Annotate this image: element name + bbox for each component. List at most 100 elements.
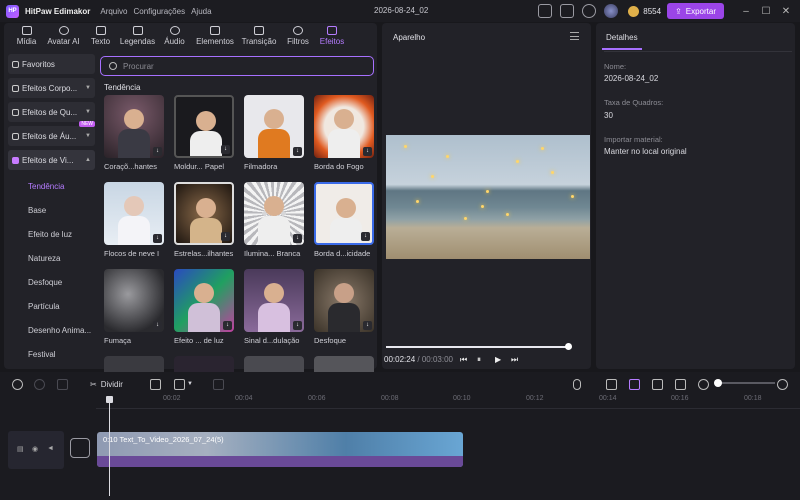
download-icon[interactable]: ↓ [363, 147, 372, 156]
magnet-icon[interactable] [629, 376, 640, 392]
download-icon[interactable]: ↓ [293, 147, 302, 156]
zoom-out-icon[interactable] [698, 376, 709, 392]
avatar[interactable] [604, 4, 619, 18]
effect-card[interactable]: ↓ Flocos de neve I [104, 182, 164, 258]
video-preview[interactable] [386, 135, 590, 259]
effect-card[interactable]: ↓ Borda do Fogo [314, 95, 374, 171]
split-button[interactable]: ✂ Dividir [90, 376, 123, 392]
effect-card[interactable]: ↓ Efeito ... de luz [174, 269, 234, 345]
category-efeitos-video[interactable]: Efeitos de Vi... ▲ [8, 150, 95, 170]
minimize-icon[interactable]: – [736, 6, 756, 17]
zoom-in-icon[interactable] [777, 376, 788, 392]
prev-frame-icon[interactable]: ⏮ [460, 355, 467, 365]
tab-audio[interactable]: Áudio [156, 23, 193, 50]
pause-icon[interactable]: ⏸ [477, 355, 481, 365]
crop-icon[interactable] [213, 376, 224, 392]
text-tool-icon[interactable]: ▼ [174, 376, 193, 392]
link-icon[interactable] [606, 376, 617, 392]
progress-knob[interactable] [565, 343, 573, 350]
sidebar-item-base[interactable]: Base [8, 198, 95, 222]
close-icon[interactable]: ✕ [776, 6, 796, 17]
menu-icon[interactable] [570, 32, 579, 40]
menu-configuracoes[interactable]: Configurações [133, 7, 185, 16]
effect-card[interactable]: ↓ Ilumina... Branca [244, 182, 304, 258]
tab-midia[interactable]: Mídia [8, 23, 45, 50]
sidebar-item-natureza[interactable]: Natureza [8, 246, 95, 270]
redo-icon[interactable] [34, 376, 45, 392]
playback-progress[interactable] [386, 343, 573, 350]
microphone-icon[interactable] [573, 376, 581, 392]
spark [481, 205, 484, 208]
ruler-label: 00:16 [671, 395, 689, 402]
category-favoritos[interactable]: Favoritos [8, 54, 95, 74]
undo-icon[interactable] [12, 376, 23, 392]
sidebar-item-festival[interactable]: Festival [8, 342, 95, 366]
fit-icon[interactable] [675, 376, 686, 392]
progress-fill [386, 346, 569, 348]
tab-avatar-ai[interactable]: Avatar AI [45, 23, 82, 50]
feedback-icon[interactable] [560, 4, 575, 18]
split-audio-icon[interactable] [652, 376, 663, 392]
maximize-icon[interactable]: ☐ [756, 6, 776, 17]
sidebar-item-tendencia[interactable]: Tendência [8, 174, 95, 198]
sidebar-item-desfoque[interactable]: Desfoque [8, 270, 95, 294]
menu-ajuda[interactable]: Ajuda [191, 7, 211, 16]
download-icon[interactable]: ↓ [223, 321, 232, 330]
sidebar-item-particula[interactable]: Partícula [8, 294, 95, 318]
effect-card[interactable]: ↓ Coraçõ...hantes [104, 95, 164, 171]
category-efeitos-corpo[interactable]: Efeitos Corpo... ▼ [8, 78, 95, 98]
app-name: HitPaw Edimakor [25, 6, 91, 16]
effect-card[interactable]: ↓ Sinal d...dulação [244, 269, 304, 345]
speaker-icon[interactable]: ◄ [47, 445, 54, 452]
sidebar-item-efeito-de-luz[interactable]: Efeito de luz [8, 222, 95, 246]
download-icon[interactable]: ↓ [153, 234, 162, 243]
tab-label: Transição [241, 37, 277, 46]
layout-icon[interactable] [538, 4, 553, 18]
playhead[interactable] [106, 396, 113, 496]
menu-arquivo[interactable]: Arquivo [100, 7, 127, 16]
effect-card[interactable]: ↓ Estrelas...ilhantes [174, 182, 234, 258]
download-icon[interactable]: ↓ [221, 232, 230, 241]
shield-icon[interactable] [150, 376, 161, 392]
tab-texto[interactable]: Texto [82, 23, 119, 50]
mic-glyph [573, 378, 581, 390]
tab-filtros[interactable]: Filtros [281, 23, 315, 50]
download-icon[interactable]: ↓ [221, 145, 230, 154]
audio-waveform [97, 456, 463, 467]
download-icon[interactable]: ↓ [361, 232, 370, 241]
download-icon[interactable]: ↓ [153, 147, 162, 156]
tab-elementos[interactable]: Elementos [193, 23, 237, 50]
eye-icon[interactable]: ◉ [32, 445, 38, 453]
delete-icon[interactable] [57, 376, 68, 392]
thumbnail-figure [264, 196, 284, 216]
effect-card[interactable]: ↓ Borda d...icidade [314, 182, 374, 258]
export-button[interactable]: ⇪ Exportar [667, 3, 724, 19]
lock-icon[interactable]: ▤ [17, 445, 24, 453]
effect-card[interactable]: ↓ Filmadora [244, 95, 304, 171]
download-icon[interactable]: ↓ [153, 321, 162, 330]
search-input[interactable]: Procurar [100, 56, 374, 76]
next-frame-icon[interactable]: ⏭ [511, 355, 518, 365]
effect-card[interactable]: ↓ Desfoque [314, 269, 374, 345]
play-icon[interactable]: ▶ [495, 355, 501, 364]
download-icon[interactable]: ↓ [293, 321, 302, 330]
zoom-knob[interactable] [714, 379, 722, 387]
category-efeitos-audio[interactable]: Efeitos de Áu... NEW ▼ [8, 121, 95, 146]
tab-detalhes[interactable]: Detalhes [602, 30, 642, 50]
zoom-slider[interactable] [714, 379, 775, 387]
video-clip[interactable]: 0:10 Text_To_Video_2026_07_24(5) [97, 432, 463, 467]
tab-efeitos[interactable]: Efeitos [315, 23, 349, 50]
download-icon[interactable]: ↓ [363, 321, 372, 330]
total-time: / 00:03:00 [417, 355, 453, 364]
category-efeitos-quadro[interactable]: Efeitos de Qu... ▼ [8, 102, 95, 122]
time-ruler[interactable]: 00:02 00:04 00:06 00:08 00:10 00:12 00:1… [96, 395, 800, 409]
download-icon[interactable]: ↓ [293, 234, 302, 243]
effect-card[interactable]: ↓ Fumaça [104, 269, 164, 345]
tab-transicao[interactable]: Transição [237, 23, 281, 50]
effect-card[interactable]: ↓ Moldur... Papel [174, 95, 234, 171]
download-icon[interactable] [582, 4, 597, 18]
sidebar-item-desenho-animado[interactable]: Desenho Anima... [8, 318, 95, 342]
thumbnail-figure [196, 198, 216, 218]
tab-legendas[interactable]: Legendas [119, 23, 156, 50]
replace-media-icon[interactable] [70, 438, 90, 458]
